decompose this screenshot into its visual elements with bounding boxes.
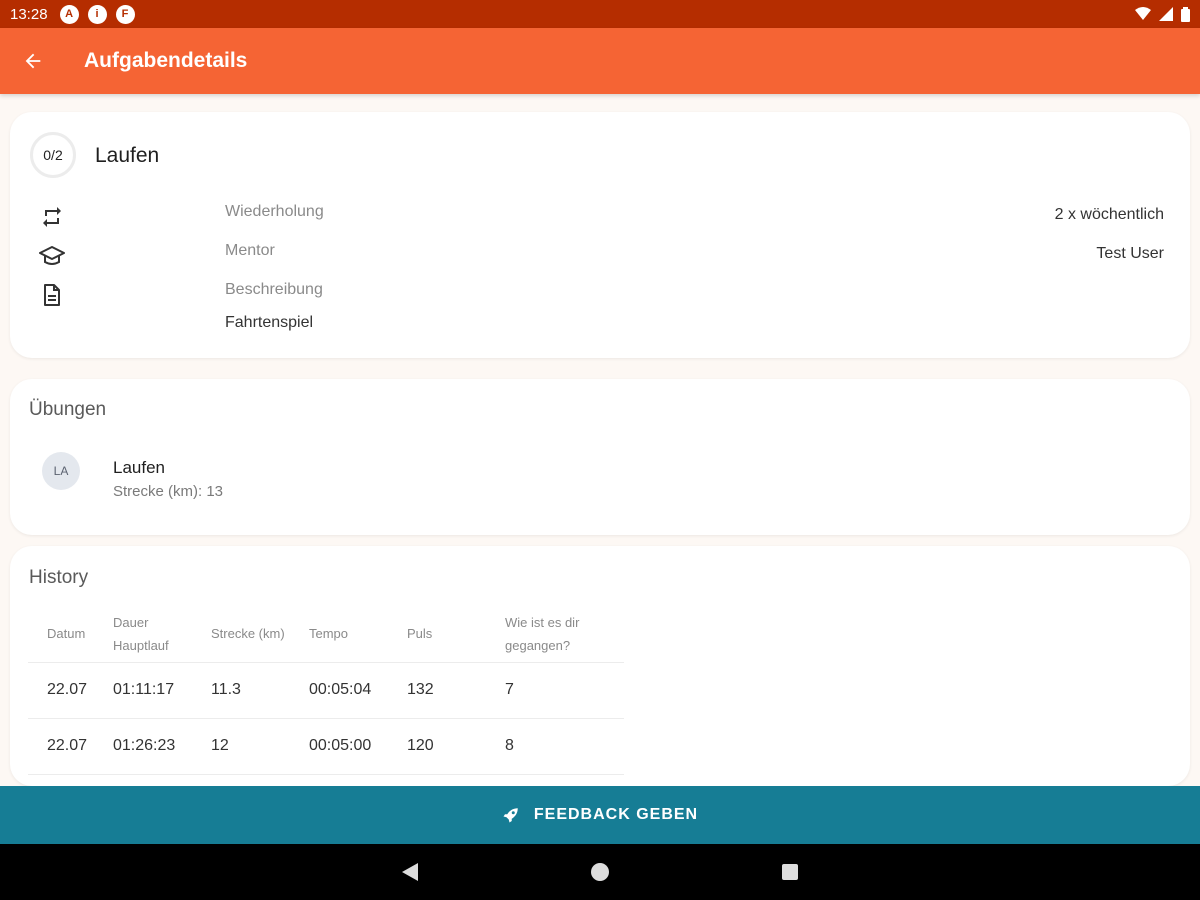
history-title: History — [29, 567, 89, 588]
table-row: 22.07 01:26:23 12 00:05:00 120 8 — [28, 718, 624, 775]
cell-duration: 01:11:17 — [94, 662, 192, 719]
rocket-icon — [503, 808, 518, 823]
cell-feeling: 7 — [486, 662, 624, 719]
info-row-description: Beschreibung — [10, 281, 1190, 311]
history-table: Datum Dauer Hauptlauf Strecke (km) Tempo… — [28, 606, 624, 775]
column-header-puls: Puls — [388, 606, 486, 663]
task-title: Laufen — [95, 144, 160, 167]
table-row: 22.07 01:11:17 11.3 00:05:04 132 7 — [28, 662, 624, 719]
repeat-icon — [38, 203, 66, 231]
nav-back-button[interactable] — [380, 844, 440, 900]
mentor-label: Mentor — [225, 242, 275, 259]
column-header-feeling: Wie ist es dir gegangen? — [486, 606, 624, 663]
nav-home-button[interactable] — [570, 844, 630, 900]
recents-square-icon — [782, 864, 798, 880]
mentor-value: Test User — [1096, 245, 1164, 262]
cell-tempo: 00:05:00 — [290, 718, 388, 775]
status-bar: 13:28 A i F — [0, 0, 1200, 28]
exercises-card: Übungen LA Laufen Strecke (km): 13 — [10, 379, 1190, 535]
notification-a-icon: A — [59, 4, 79, 24]
notification-info-icon: i — [87, 4, 107, 24]
system-nav-bar — [0, 844, 1200, 900]
info-row-mentor: Mentor Test User — [10, 242, 1190, 272]
column-header-tempo: Tempo — [290, 606, 388, 663]
description-label: Beschreibung — [225, 281, 323, 298]
cell-distance: 12 — [192, 718, 290, 775]
cell-pulse: 132 — [388, 662, 486, 719]
app-bar: Aufgabendetails — [0, 28, 1200, 94]
feedback-button[interactable]: FEEDBACK GEBEN — [0, 786, 1200, 844]
exercises-title: Übungen — [29, 399, 107, 420]
status-time: 13:28 — [10, 5, 48, 23]
cell-duration: 01:26:23 — [94, 718, 192, 775]
table-header-row: Datum Dauer Hauptlauf Strecke (km) Tempo… — [28, 606, 624, 663]
exercise-name: Laufen — [113, 458, 165, 477]
feedback-label: FEEDBACK GEBEN — [533, 806, 699, 823]
arrow-back-icon — [25, 53, 41, 69]
task-details-card: 0/2 Laufen Wiederholung 2 x wöchentlich … — [10, 112, 1190, 358]
home-circle-icon — [591, 863, 609, 881]
info-row-repetition: Wiederholung 2 x wöchentlich — [10, 203, 1190, 233]
document-icon — [38, 281, 66, 309]
description-value: Fahrtenspiel — [225, 314, 314, 331]
signal-icon — [1159, 7, 1173, 21]
back-button[interactable] — [0, 28, 66, 94]
history-card: History Datum Dauer Hauptlauf Strecke (k… — [10, 546, 1190, 786]
school-icon — [38, 242, 66, 270]
repetition-value: 2 x wöchentlich — [1054, 206, 1164, 223]
status-right-icons — [1135, 6, 1190, 22]
cell-pulse: 120 — [388, 718, 486, 775]
battery-icon — [1181, 6, 1190, 22]
cell-date: 22.07 — [28, 718, 94, 775]
column-header-dauer: Dauer Hauptlauf — [94, 606, 192, 663]
cell-distance: 11.3 — [192, 662, 290, 719]
page-title: Aufgabendetails — [84, 49, 248, 72]
repetition-label: Wiederholung — [225, 203, 324, 220]
cell-feeling: 8 — [486, 718, 624, 775]
cell-tempo: 00:05:04 — [290, 662, 388, 719]
notification-f-icon: F — [115, 4, 135, 24]
back-triangle-icon — [402, 863, 418, 881]
exercise-detail: Strecke (km): 13 — [113, 483, 224, 500]
cell-date: 22.07 — [28, 662, 94, 719]
column-header-strecke: Strecke (km) — [192, 606, 290, 663]
wifi-icon — [1135, 7, 1151, 20]
nav-recents-button[interactable] — [760, 844, 820, 900]
progress-indicator: 0/2 — [30, 132, 76, 178]
avatar: LA — [42, 452, 80, 490]
column-header-datum: Datum — [28, 606, 94, 663]
